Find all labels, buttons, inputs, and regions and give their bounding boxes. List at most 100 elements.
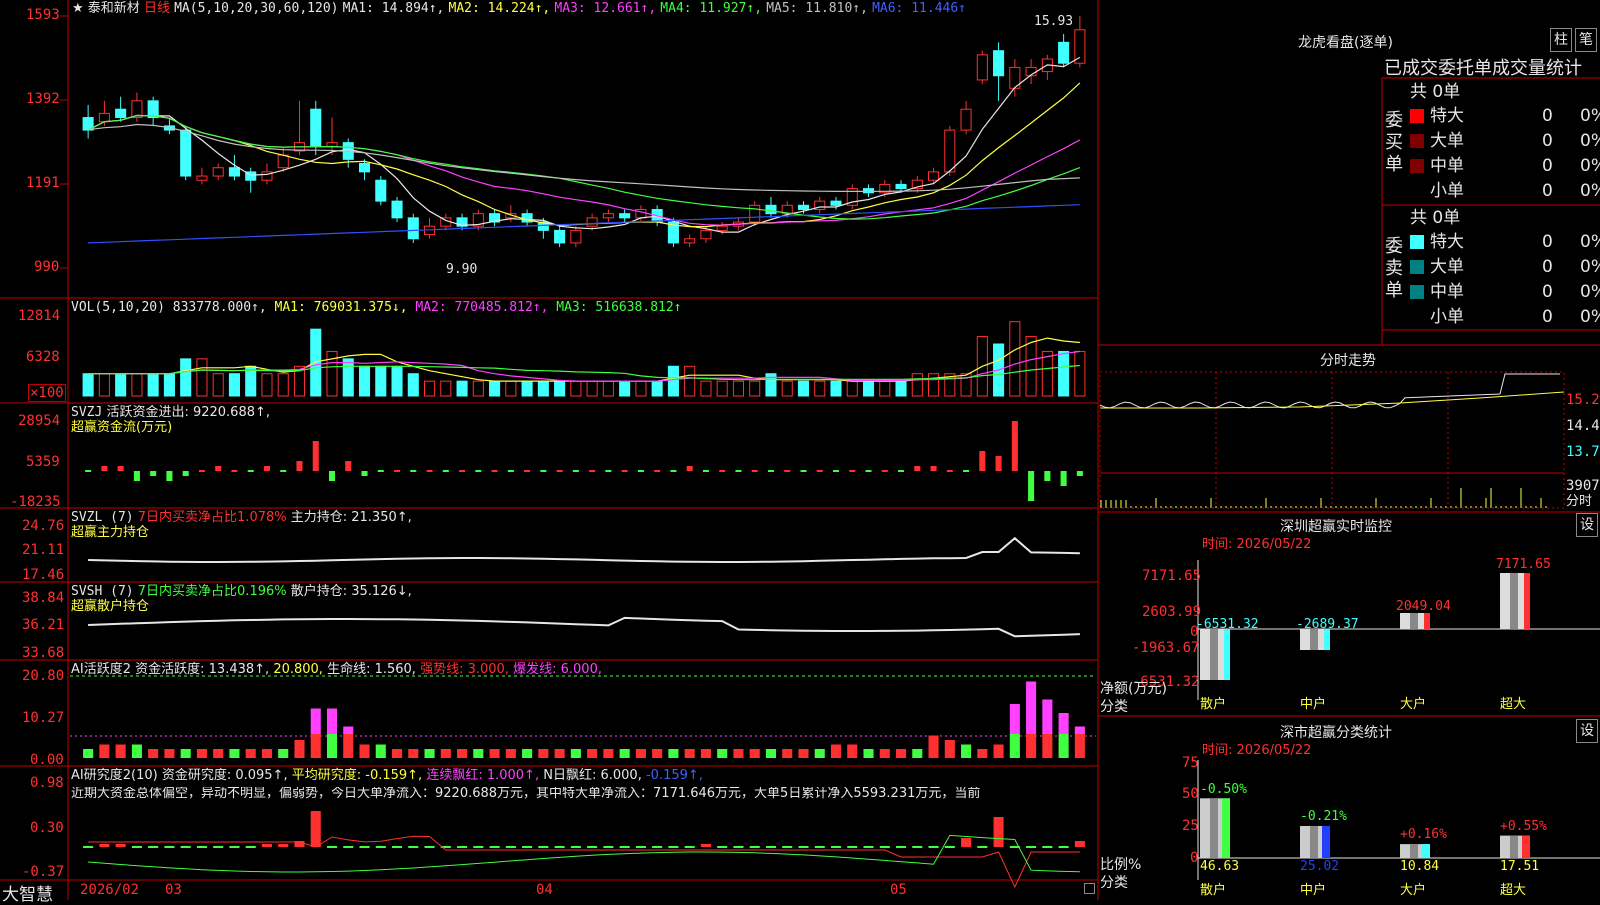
favorite-star-icon[interactable]: ★	[72, 1, 84, 16]
volume-bar	[310, 328, 322, 397]
research-bar	[538, 846, 549, 848]
activity-bar-high	[1074, 726, 1085, 734]
activity-bar-high	[1058, 713, 1069, 734]
fund-flow-bar	[263, 466, 270, 471]
activity-bar	[1042, 734, 1053, 758]
activity-bar	[343, 734, 354, 758]
monitor-settings-button[interactable]: 设	[1576, 513, 1598, 537]
volume-bar	[700, 380, 712, 397]
activity-bar	[879, 749, 890, 758]
volume-bar	[537, 380, 549, 397]
activity-bar-high	[343, 726, 354, 734]
research-bar	[847, 846, 858, 848]
research-bar	[733, 846, 744, 848]
monitor-category-label: 超大	[1500, 697, 1527, 712]
classify-value-label: 17.51	[1500, 859, 1540, 874]
research-bar	[213, 846, 224, 848]
activity-bar	[993, 744, 1004, 758]
fund-flow-bar	[849, 470, 856, 472]
classify-pct-label: -0.50%	[1200, 782, 1247, 797]
activity-bar	[912, 749, 923, 758]
period-label[interactable]: 日线	[144, 1, 170, 16]
fund-flow-bar	[377, 470, 384, 472]
volume-bar	[797, 380, 810, 397]
monitor-ylabel: 净额(万元)	[1100, 681, 1167, 697]
category-color-swatch	[1410, 109, 1424, 123]
fund-flow-bar	[702, 470, 709, 472]
monitor-time: 时间: 2026/05/22	[1202, 537, 1312, 552]
volume-bar	[1009, 321, 1021, 397]
candle	[1025, 59, 1037, 85]
classify-bar	[1200, 798, 1230, 858]
fund-flow-bar	[1011, 421, 1018, 471]
activity-bar	[261, 749, 273, 758]
activity-bar	[635, 749, 646, 758]
fund-flow-bar	[410, 470, 417, 472]
fenshi-axis-mid: 14.4	[1566, 418, 1600, 434]
ma2-value: MA2: 14.224↑,	[448, 1, 551, 16]
research-bar	[196, 846, 207, 848]
research-bar	[717, 846, 728, 848]
activity-bar	[1026, 734, 1037, 758]
classify-pct-label: -0.21%	[1300, 809, 1347, 824]
research-bar	[1026, 846, 1037, 848]
fund-flow-bar	[719, 470, 726, 472]
activity-bar-high	[1009, 704, 1020, 734]
ma3-value: MA3: 12.661↑,	[554, 1, 657, 16]
row-pct: 0%	[1580, 257, 1600, 277]
fund-flow-bar	[475, 470, 482, 472]
candle	[407, 213, 419, 243]
activity-bar	[749, 749, 760, 758]
activity-bar	[538, 749, 549, 758]
ma-params: MA(5,10,20,30,60,120)	[174, 1, 339, 16]
research-bar	[83, 846, 94, 848]
research-bar	[131, 846, 142, 848]
classify-axis-0: 75	[1182, 755, 1199, 771]
fund-flow-bar	[637, 470, 644, 472]
activity-bar	[440, 749, 451, 758]
classify-bar	[1500, 835, 1530, 858]
svsh-axis-top: 38.84	[22, 590, 65, 606]
activity-bar	[83, 749, 94, 758]
research-bar	[1074, 841, 1085, 847]
classify-settings-button[interactable]: 设	[1576, 719, 1598, 743]
high-price-mark: 15.93	[1034, 14, 1074, 29]
date-label-mar: 03	[165, 882, 182, 898]
vol-unit-button[interactable]: ×100	[28, 384, 66, 402]
svzj-name: SVZJ	[71, 405, 103, 420]
volume-bar	[440, 380, 452, 397]
volume-bar	[570, 380, 582, 397]
price-axis-990: 990	[34, 259, 60, 275]
price-axis-1392: 1392	[26, 91, 60, 107]
activity-bar	[115, 744, 126, 758]
category-color-swatch	[1410, 235, 1424, 249]
activity-bar	[1009, 734, 1020, 758]
vol-axis-mid: 6328	[26, 349, 60, 365]
tick-mode-button[interactable]: 笔	[1575, 28, 1597, 52]
stock-name[interactable]: 泰和新材	[88, 1, 140, 16]
volume-bar	[375, 365, 387, 397]
research-bar	[310, 811, 321, 847]
activity-bar	[229, 749, 240, 758]
fund-flow-bar	[166, 471, 173, 481]
lock-icon[interactable]	[1084, 883, 1095, 894]
activity-bar	[522, 749, 533, 758]
research-bar	[635, 846, 646, 848]
fund-flow-bar	[751, 470, 758, 472]
candle	[196, 167, 208, 185]
svsh-name: SVSH (7)	[71, 584, 134, 599]
candle	[619, 209, 631, 223]
research-bar	[99, 844, 110, 847]
monitor-value-label: -6531.32	[1196, 617, 1259, 632]
candle	[1009, 59, 1021, 97]
category-color-swatch	[1410, 159, 1424, 173]
volume-bar	[651, 380, 663, 397]
activity-bar	[213, 749, 224, 758]
candle	[245, 167, 257, 193]
research-bar	[587, 846, 598, 848]
fund-flow-bar	[1076, 471, 1083, 476]
price-axis-1191: 1191	[26, 175, 60, 191]
research-bar	[684, 846, 695, 848]
bar-mode-button[interactable]: 柱	[1550, 28, 1572, 52]
row-name: 中单	[1430, 156, 1464, 176]
